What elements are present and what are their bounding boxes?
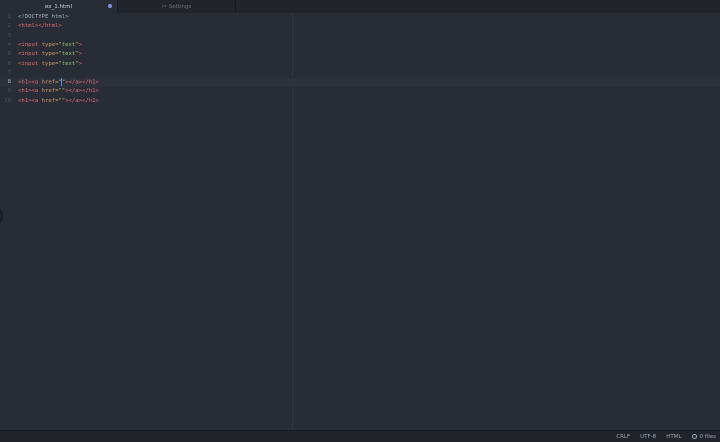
code-token: <h1><a [18,97,39,104]
line-number[interactable]: 6 [0,60,11,69]
code-line[interactable]: 1 <!DOCTYPE html> [0,13,720,22]
code-token: href= [41,97,59,104]
line-number[interactable]: 3 [0,32,11,41]
line-code: <input type="text"> [18,50,82,59]
line-number[interactable]: 10 [0,97,11,106]
code-line[interactable]: 5 <input type="text"> [0,50,720,59]
code-token: <input [18,60,39,67]
modified-indicator-icon[interactable] [108,4,112,8]
code-line[interactable]: 7 [0,69,720,78]
line-ending-selector[interactable]: CRLF [616,434,630,440]
grammar-selector[interactable]: HTML [666,434,681,440]
code-token: "text" [58,51,79,58]
code-line[interactable]: 6 <input type="text"> [0,60,720,69]
line-number[interactable]: 7 [0,69,11,78]
code-token: href= [41,79,59,86]
code-line[interactable]: 2 <html></html> [0,22,720,31]
code-token: <h1><a [18,79,39,86]
line-code: <h1><a href=""></a></h1> [18,87,99,96]
status-bar: CRLF UTF-8 HTML 0 files [0,430,720,442]
code-line[interactable]: 8 <h1><a href=""></a></h1> [0,78,720,88]
tab-bar: ex_1.html ✂ Settings [0,0,720,13]
tab-label: Settings [168,3,192,10]
code-token: ></a></h1> [65,97,99,104]
code-token: <!DOCTYPE html> [18,14,69,20]
line-number[interactable]: 1 [0,13,11,22]
line-number[interactable]: 2 [0,22,11,31]
line-number[interactable]: 4 [0,41,11,50]
editor-window: ex_1.html ✂ Settings 1 <!DOCTYPE html> 2 <h… [0,0,720,442]
code-token: <h1><a [18,88,39,95]
line-number[interactable]: 8 [0,78,11,87]
code-token: type= [41,60,59,67]
code-token: <html></html> [18,23,62,30]
resize-handle[interactable] [0,209,3,223]
line-code: <h1><a href=""></a></h1> [18,97,99,106]
code-token: > [78,51,83,58]
line-code: <html></html> [18,22,62,31]
git-status[interactable]: 0 files [691,433,717,440]
code-line[interactable]: 4 <input type="text"> [0,41,720,50]
code-line[interactable]: 10 <h1><a href=""></a></h1> [0,97,720,106]
code-token: <input [18,51,39,58]
tab-label: ex_1.html [44,3,73,10]
code-token: > [78,60,83,67]
code-token: type= [41,51,59,58]
tab-ex-1-html[interactable]: ex_1.html [0,0,118,13]
code-token: > [78,41,83,48]
encoding-selector[interactable]: UTF-8 [640,434,656,440]
code-token: <input [18,41,39,48]
line-number[interactable]: 5 [0,50,11,59]
code-line[interactable]: 3 [0,32,720,41]
code-token: ></a></h1> [65,79,99,86]
line-code: <input type="text"> [18,60,82,69]
git-files-count: 0 files [699,433,717,440]
code-token: href= [41,88,59,95]
tab-settings[interactable]: ✂ Settings [118,0,236,13]
code-editor[interactable]: 1 <!DOCTYPE html> 2 <html></html> 3 4 <input t… [0,13,720,430]
tools-icon: ✂ [161,3,167,10]
code-token: ></a></h1> [65,88,99,95]
line-code: <!DOCTYPE html> [18,13,69,22]
code-token: "text" [58,41,79,48]
git-icon [691,434,697,439]
code-line[interactable]: 9 <h1><a href=""></a></h1> [0,87,720,96]
line-number[interactable]: 9 [0,87,11,96]
code-token: "text" [58,60,79,67]
line-code: <input type="text"> [18,41,82,50]
code-token: type= [41,41,59,48]
